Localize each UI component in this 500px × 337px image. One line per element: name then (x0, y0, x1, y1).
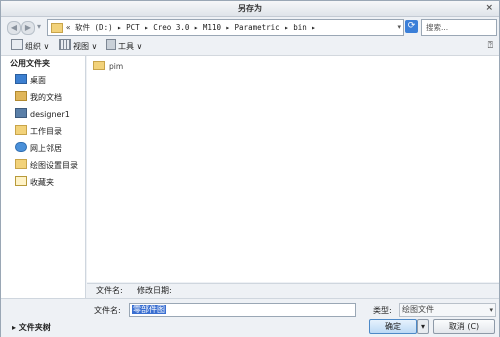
title-bar: 另存为 × (1, 1, 499, 17)
computer-icon (15, 108, 27, 118)
sidebar-item-designer1[interactable]: designer1 (15, 108, 70, 122)
sidebar-item-label: 桌面 (30, 76, 46, 85)
sidebar-item-label: 收藏夹 (30, 178, 54, 187)
sidebar-item-network[interactable]: 网上邻居 (15, 142, 62, 156)
sidebar-item-working-directory[interactable]: 工作目录 (15, 125, 62, 139)
refresh-icon[interactable]: ⟳ (405, 20, 418, 33)
tools-menu[interactable]: 工具 ∨ (106, 38, 142, 55)
desktop-icon (15, 74, 27, 84)
help-cursor-icon[interactable]: ⍰ (488, 38, 493, 55)
ok-button[interactable]: 确定 (369, 319, 417, 334)
sidebar: 公用文件夹 桌面 我的文档 designer1 工作目录 网上邻居 绘图设置目录… (1, 56, 86, 311)
ok-dropdown-icon[interactable]: ▾ (417, 319, 429, 334)
tools-icon (106, 39, 116, 50)
chevron-down-icon: ▾ (489, 306, 493, 314)
sidebar-item-label: 网上邻居 (30, 144, 62, 153)
type-value: 绘图文件 (402, 305, 434, 314)
chevron-down-icon[interactable]: ▾ (397, 20, 401, 35)
views-menu[interactable]: 视图 ∨ (59, 38, 97, 55)
sidebar-item-desktop[interactable]: 桌面 (15, 74, 46, 88)
filename-label: 文件名: (94, 306, 121, 315)
file-name: pim (109, 62, 124, 71)
organize-menu[interactable]: 组织 ∨ (11, 38, 49, 55)
folder-tree-toggle[interactable]: ▸ 文件夹树 (12, 321, 51, 335)
address-path: « 软件 (D:) ▸ PCT ▸ Creo 3.0 ▸ M110 ▸ Para… (66, 23, 316, 32)
views-label: 视图 ∨ (73, 42, 98, 51)
file-list: pim (87, 56, 499, 282)
navigation-bar: ◀ ▶ ▾ « 软件 (D:) ▸ PCT ▸ Creo 3.0 ▸ M110 … (1, 17, 499, 37)
save-as-dialog: 另存为 × ◀ ▶ ▾ « 软件 (D:) ▸ PCT ▸ Creo 3.0 ▸… (0, 0, 500, 337)
folder-icon (51, 23, 63, 33)
sidebar-item-label: 我的文档 (30, 93, 62, 102)
toolbar: 组织 ∨ 视图 ∨ 工具 ∨ ⍰ (1, 38, 499, 56)
search-input[interactable]: 搜索... (421, 19, 497, 36)
history-dropdown-icon[interactable]: ▾ (35, 21, 43, 33)
close-icon[interactable]: × (485, 1, 493, 16)
details-bar: 文件名: 修改日期: (87, 283, 499, 298)
type-select[interactable]: 绘图文件 ▾ (399, 303, 496, 317)
views-icon (59, 39, 71, 50)
network-icon (15, 142, 27, 152)
search-placeholder: 搜索... (426, 23, 449, 32)
sidebar-item-documents[interactable]: 我的文档 (15, 91, 62, 105)
sidebar-item-label: designer1 (30, 110, 70, 119)
date-column-label: 修改日期: (137, 286, 172, 295)
forward-arrow-icon[interactable]: ▶ (21, 21, 35, 35)
sidebar-header: 公用文件夹 (10, 59, 50, 68)
filename-value: 零部件图 (132, 305, 166, 314)
back-arrow-icon[interactable]: ◀ (7, 21, 21, 35)
sidebar-item-label: 绘图设置目录 (30, 161, 78, 170)
favorites-icon (15, 176, 27, 186)
window-title: 另存为 (238, 4, 262, 13)
organize-icon (11, 39, 23, 50)
address-bar[interactable]: « 软件 (D:) ▸ PCT ▸ Creo 3.0 ▸ M110 ▸ Para… (47, 19, 404, 36)
tools-label: 工具 ∨ (118, 42, 143, 51)
sidebar-item-label: 工作目录 (30, 127, 62, 136)
folder-icon (15, 125, 27, 135)
folder-icon (93, 61, 105, 70)
sidebar-item-favorites[interactable]: 收藏夹 (15, 176, 54, 190)
list-item[interactable]: pim (93, 61, 123, 73)
save-panel: 文件名: 零部件图 类型: 绘图文件 ▾ ▸ 文件夹树 确定 ▾ 取消 (C) (1, 298, 499, 337)
type-label: 类型: (373, 306, 392, 315)
name-column-label: 文件名: (96, 286, 123, 295)
folder-icon (15, 159, 27, 169)
cancel-button[interactable]: 取消 (C) (433, 319, 495, 334)
sidebar-item-drawing-setup[interactable]: 绘图设置目录 (15, 159, 78, 173)
documents-icon (15, 91, 27, 101)
filename-field[interactable]: 零部件图 (129, 303, 356, 317)
organize-label: 组织 ∨ (25, 42, 50, 51)
